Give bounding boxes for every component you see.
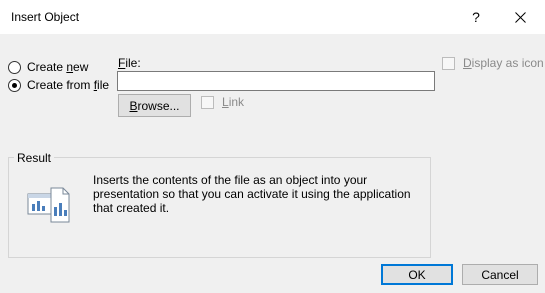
create-new-label: Create new bbox=[27, 60, 89, 74]
create-from-file-label: Create from file bbox=[27, 78, 110, 92]
ok-label: OK bbox=[408, 267, 426, 282]
browse-button[interactable]: Browse... bbox=[118, 94, 191, 117]
link-option[interactable]: Link bbox=[201, 95, 244, 109]
file-path-input[interactable] bbox=[117, 71, 435, 91]
link-checkbox[interactable] bbox=[201, 95, 214, 109]
dialog-title: Insert Object bbox=[11, 10, 80, 24]
title-bar: Insert Object ? bbox=[0, 0, 545, 34]
link-label: Link bbox=[222, 95, 245, 109]
result-line: presentation so that you can activate it… bbox=[93, 187, 411, 201]
result-line: Inserts the contents of the file as an o… bbox=[93, 173, 368, 187]
cancel-button[interactable]: Cancel bbox=[462, 264, 538, 285]
result-description: Inserts the contents of the file as an o… bbox=[93, 173, 423, 215]
result-heading: Result bbox=[14, 151, 55, 165]
browse-label: Browse... bbox=[129, 98, 180, 113]
file-label: File: bbox=[118, 56, 141, 70]
help-button[interactable]: ? bbox=[454, 0, 498, 34]
close-icon bbox=[514, 11, 526, 23]
create-new-radio[interactable] bbox=[8, 60, 21, 74]
help-icon: ? bbox=[472, 9, 480, 25]
display-as-icon-label: Display as icon bbox=[463, 56, 544, 70]
create-from-file-option[interactable]: Create from file bbox=[8, 78, 109, 92]
result-line: that created it. bbox=[93, 201, 170, 215]
display-as-icon-option[interactable]: Display as icon bbox=[442, 56, 544, 70]
document-chart-icon bbox=[27, 187, 70, 223]
create-new-option[interactable]: Create new bbox=[8, 60, 88, 74]
cancel-label: Cancel bbox=[481, 267, 519, 282]
close-button[interactable] bbox=[498, 0, 542, 34]
display-as-icon-checkbox[interactable] bbox=[442, 56, 455, 70]
ok-button[interactable]: OK bbox=[381, 264, 453, 285]
create-from-file-radio[interactable] bbox=[8, 78, 21, 92]
